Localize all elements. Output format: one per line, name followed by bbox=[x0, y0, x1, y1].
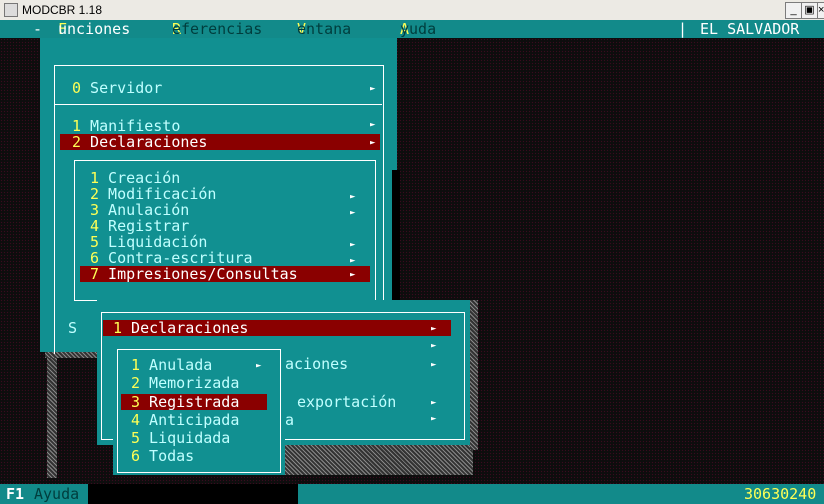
servidor-label: Servidor bbox=[81, 79, 163, 97]
registrada-label: Registrada bbox=[140, 393, 240, 411]
modificacion-arrow-icon: ► bbox=[350, 192, 356, 202]
menu-funciones-label: unciones bbox=[58, 20, 131, 38]
menu2-scroll-shadow bbox=[392, 170, 400, 305]
anulada-num: 1 bbox=[131, 356, 141, 374]
submenu-item-impresiones[interactable]: 7 Impresiones/Consultas bbox=[80, 266, 370, 282]
status-bar: F1 Ayuda 30630240 bbox=[0, 484, 824, 504]
impresiones-label: Impresiones/Consultas bbox=[99, 265, 298, 283]
submenu3-item-a[interactable]: a bbox=[285, 412, 294, 428]
funciones-menu-divider bbox=[54, 104, 382, 105]
servidor-arrow-icon: ► bbox=[370, 84, 376, 94]
liquidacion-arrow-icon: ► bbox=[350, 240, 356, 250]
todas-num: 6 bbox=[131, 447, 141, 465]
sub3-aciones-label: aciones bbox=[285, 355, 349, 373]
sub3-declaraciones-arrow-icon: ► bbox=[431, 324, 437, 334]
menu3-left-shadow bbox=[47, 358, 57, 478]
submenu-item-liquidacion[interactable]: 5 Liquidación bbox=[90, 234, 207, 250]
registrada-num: 3 bbox=[131, 393, 141, 411]
window-title: MODCBR 1.18 bbox=[22, 3, 103, 17]
contra-escritura-arrow-icon: ► bbox=[350, 256, 356, 266]
menu-item-partial-s[interactable]: S bbox=[68, 320, 77, 336]
tipos-item-todas[interactable]: 6 Todas bbox=[131, 448, 194, 464]
tipos-item-liquidada[interactable]: 5 Liquidada bbox=[131, 430, 230, 446]
menu-ventana-label: entana bbox=[297, 20, 352, 38]
impresiones-arrow-icon: ► bbox=[350, 270, 356, 280]
todas-label: Todas bbox=[140, 447, 195, 465]
anticipada-label: Anticipada bbox=[140, 411, 240, 429]
anulacion-arrow-icon: ► bbox=[350, 208, 356, 218]
tipos-submenu: 1 Anulada ► 2 Memorizada 3 Registrada 4 … bbox=[113, 345, 285, 475]
sub3-a-arrow-icon: ► bbox=[431, 414, 437, 424]
restore-button[interactable]: ▣ bbox=[801, 2, 818, 19]
submenu-item-creacion[interactable]: 1 Creación bbox=[90, 170, 180, 186]
submenu-item-modificacion[interactable]: 2 Modificación bbox=[90, 186, 216, 202]
submenu3-item-aciones[interactable]: aciones bbox=[285, 356, 348, 372]
menu-ayuda-label: yuda bbox=[400, 20, 437, 38]
tipos-item-registrada[interactable]: 3 Registrada bbox=[121, 394, 267, 410]
status-message-area bbox=[88, 484, 298, 504]
menu3-bottom-shadow bbox=[285, 445, 473, 475]
submenu-item-contra-escritura[interactable]: 6 Contra-escritura bbox=[90, 250, 253, 266]
submenu3-item-exportacion[interactable]: exportación bbox=[297, 394, 396, 410]
sub3-exportacion-arrow-icon: ► bbox=[431, 398, 437, 408]
menu-item-servidor[interactable]: 0 Servidor bbox=[72, 80, 162, 96]
liquidada-label: Liquidada bbox=[140, 429, 231, 447]
anulada-arrow-icon: ► bbox=[256, 361, 262, 371]
restore-icon: ▣ bbox=[804, 4, 815, 16]
tipos-item-memorizada[interactable]: 2 Memorizada bbox=[131, 375, 239, 391]
liquidada-num: 5 bbox=[131, 429, 141, 447]
menu-item-manifiesto[interactable]: 1 Manifiesto bbox=[72, 118, 180, 134]
status-code: 30630240 bbox=[744, 485, 817, 503]
declaraciones-label: Declaraciones bbox=[81, 133, 208, 151]
declaraciones-submenu: 1 Creación 2 Modificación ► 3 Anulación … bbox=[70, 160, 378, 301]
sub3-declaraciones-num: 1 bbox=[113, 319, 123, 337]
submenu3-item-declaraciones[interactable]: 1 Declaraciones bbox=[103, 320, 451, 336]
manifiesto-arrow-icon: ► bbox=[370, 120, 376, 130]
menu-bar: - Funciones Referencias Ventana Ayuda | … bbox=[0, 20, 824, 38]
impresiones-num: 7 bbox=[90, 265, 100, 283]
memorizada-num: 2 bbox=[131, 374, 141, 392]
anulada-label: Anulada bbox=[140, 356, 213, 374]
app-icon bbox=[4, 3, 18, 17]
declaraciones-arrow-icon: ► bbox=[370, 138, 376, 148]
system-menu-dash[interactable]: - bbox=[33, 20, 42, 38]
sub3-aciones-arrow-icon: ► bbox=[431, 360, 437, 370]
menubar-separator: | bbox=[678, 20, 688, 38]
country-label: EL SALVADOR bbox=[700, 20, 800, 38]
anticipada-num: 4 bbox=[131, 411, 141, 429]
close-button[interactable]: × bbox=[817, 2, 824, 19]
tipos-item-anulada[interactable]: 1 Anulada bbox=[131, 357, 212, 373]
menu-item-declaraciones[interactable]: 2 Declaraciones bbox=[60, 134, 380, 150]
menu3-right-shadow bbox=[470, 300, 478, 450]
menu-referencias-label: eferencias bbox=[172, 20, 263, 38]
help-key[interactable]: F1 bbox=[6, 484, 24, 504]
minimize-button[interactable]: _ bbox=[785, 2, 802, 19]
memorizada-label: Memorizada bbox=[140, 374, 240, 392]
sub3-declaraciones-label: Declaraciones bbox=[122, 319, 249, 337]
submenu-item-registrar[interactable]: 4 Registrar bbox=[90, 218, 189, 234]
help-label[interactable]: Ayuda bbox=[34, 484, 79, 504]
servidor-num: 0 bbox=[72, 79, 82, 97]
window-titlebar: MODCBR 1.18 _ ▣ × bbox=[0, 0, 824, 21]
declaraciones-num: 2 bbox=[72, 133, 82, 151]
sub3-exportacion-label: exportación bbox=[297, 393, 397, 411]
sub3-item2-arrow-icon: ► bbox=[431, 341, 437, 351]
tipos-item-anticipada[interactable]: 4 Anticipada bbox=[131, 412, 239, 428]
submenu-item-anulacion[interactable]: 3 Anulación bbox=[90, 202, 189, 218]
sub3-a-label: a bbox=[285, 411, 295, 429]
